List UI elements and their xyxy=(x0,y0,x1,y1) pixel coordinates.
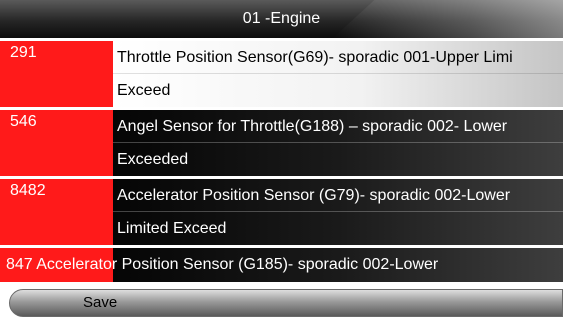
dtc-row-8482[interactable]: 8482 Accelerator Position Sensor (G79)- … xyxy=(0,176,563,245)
dtc-description: Throttle Position Sensor(G69)- sporadic … xyxy=(113,41,563,107)
dtc-row-546[interactable]: 546 Angel Sensor for Throttle(G188) – sp… xyxy=(0,107,563,176)
dtc-code: 546 xyxy=(0,110,113,176)
row-separator xyxy=(113,73,563,74)
dtc-description-line2: Exceeded xyxy=(117,151,189,168)
dtc-description-line2: Limited Exceed xyxy=(117,220,227,237)
dtc-description: Accelerator Position Sensor (G79)- spora… xyxy=(113,179,563,245)
row-separator xyxy=(113,142,563,143)
row-separator xyxy=(113,211,563,212)
dtc-row-847[interactable]: 847 Accelerator Position Sensor (G185)- … xyxy=(0,245,563,282)
save-button-label: Save xyxy=(83,294,118,311)
dtc-description: Angel Sensor for Throttle(G188) – sporad… xyxy=(113,110,563,176)
dtc-code: 8482 xyxy=(0,179,113,245)
dtc-description-line2: Exceed xyxy=(117,82,171,99)
dtc-description-line1: Throttle Position Sensor(G69)- sporadic … xyxy=(117,49,513,66)
save-button[interactable]: Save xyxy=(9,289,563,317)
dtc-description-line1: 847 Accelerator Position Sensor (G185)- … xyxy=(6,256,439,273)
footer-bar: Save xyxy=(0,286,563,326)
dtc-row-291[interactable]: 291 Throttle Position Sensor(G69)- spora… xyxy=(0,38,563,107)
dtc-description-line1: Accelerator Position Sensor (G79)- spora… xyxy=(117,187,511,204)
title-bar: 01 -Engine xyxy=(0,0,563,38)
page-title: 01 -Engine xyxy=(242,10,321,27)
dtc-code: 291 xyxy=(0,41,113,107)
dtc-description-line1: Angel Sensor for Throttle(G188) – sporad… xyxy=(117,118,508,135)
dtc-list: 291 Throttle Position Sensor(G69)- spora… xyxy=(0,38,563,282)
